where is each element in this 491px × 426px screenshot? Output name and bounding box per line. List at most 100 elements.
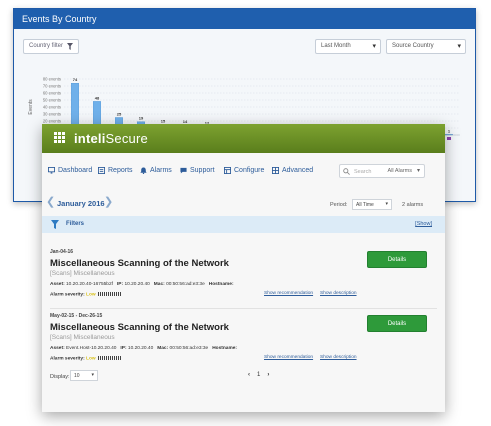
chevron-down-icon: ▾ (372, 43, 376, 50)
chevron-down-icon: ▾ (416, 168, 420, 174)
nav-support[interactable]: Support (180, 167, 215, 174)
period-dropdown[interactable]: All Time ▾ (352, 199, 392, 210)
funnel-icon (51, 220, 59, 229)
alarm-severity: Alarm severity: Low (50, 292, 122, 297)
chevron-right-icon[interactable]: ❯ (104, 195, 113, 208)
search-scope[interactable]: All Alarms (388, 168, 412, 174)
period-select-value: Last Month (321, 43, 351, 49)
advanced-icon (272, 167, 279, 174)
monitor-icon (48, 167, 55, 174)
mac-value: 00:50:56:ad:e3:3e (166, 282, 205, 287)
show-description-link[interactable]: Show description (320, 291, 357, 296)
y-tick-label: 40 events (43, 105, 61, 110)
show-recommendation-link[interactable]: Show recommendation (264, 291, 313, 296)
show-description-link[interactable]: Show description (320, 355, 357, 360)
y-tick-label: 20 events (43, 119, 61, 124)
alarm-severity: Alarm severity: Low (50, 356, 122, 361)
y-tick-label: 60 events (43, 91, 61, 96)
period-dropdown-value: All Time (356, 202, 374, 208)
country-filter-button[interactable]: Country filter (23, 39, 79, 54)
y-tick-label: 70 events (43, 84, 61, 89)
brand-name-bold: inteli (74, 131, 106, 146)
month-navigator: ❮ January 2016 ❯ Period: All Time ▾ 2 al… (42, 195, 445, 212)
severity-label: Alarm severity: (50, 356, 85, 362)
asset-value: Event.Host-10.20.20.40 (66, 346, 117, 351)
list-footer: Display: 10 ▾ ‹ 1 › (42, 370, 445, 384)
alarm-category: [Scans] Miscellaneous (50, 270, 115, 277)
nav-dashboard[interactable]: Dashboard (48, 167, 92, 174)
bar-data-label: 19 (139, 116, 144, 121)
severity-meter (97, 356, 122, 360)
alarm-title[interactable]: Miscellaneous Scanning of the Network (50, 258, 229, 269)
details-button[interactable]: Details (367, 251, 427, 268)
alarm-title[interactable]: Miscellaneous Scanning of the Network (50, 322, 229, 333)
show-filters-link[interactable]: [Show] (415, 221, 432, 227)
alarm-meta: Asset: Event.Host-10.20.20.40 IP: 10.20.… (50, 346, 237, 351)
mac-label: Mac: (157, 346, 169, 351)
hostname-label: Hostname: (208, 282, 234, 287)
ip-value: 10.20.20.40 (124, 282, 150, 287)
report-icon (98, 167, 105, 174)
main-nav: Dashboard Reports Alarms Support Configu… (42, 164, 445, 182)
asset-label: Asset: (50, 282, 65, 287)
ip-value: 10.20.20.40 (127, 346, 154, 351)
nav-advanced[interactable]: Advanced (272, 167, 313, 174)
search-input[interactable]: Search (354, 169, 371, 175)
ip-label: IP: (120, 346, 127, 351)
source-country-value: Source Country (392, 43, 434, 49)
mac-value: 00:50:56:ad:e3:3e (169, 346, 209, 351)
filters-bar[interactable]: Filters [Show] (42, 216, 445, 233)
bar-data-label: 74 (73, 77, 78, 82)
configure-icon (224, 167, 231, 174)
ip-label: IP: (116, 282, 124, 287)
display-label: Display: (50, 374, 70, 380)
page-size-value: 10 (74, 373, 80, 379)
alarm-date: Jan-04-16 (50, 249, 74, 255)
grid-logo-icon (54, 132, 65, 143)
nav-support-label: Support (190, 167, 215, 174)
y-axis-title: Events (28, 99, 34, 115)
brand-name-normal: Secure (105, 131, 148, 146)
details-button[interactable]: Details (367, 315, 427, 332)
show-recommendation-link[interactable]: Show recommendation (264, 355, 313, 360)
period-select[interactable]: Last Month ▾ (315, 39, 381, 54)
page-size-select[interactable]: 10 ▾ (70, 370, 98, 381)
nav-dashboard-label: Dashboard (58, 167, 93, 174)
y-tick-label: 30 events (43, 112, 61, 117)
pagination: ‹ 1 › (248, 372, 269, 378)
asset-value: 10.20.20.40-16755b2f (66, 282, 113, 287)
severity-value: Low (86, 292, 96, 298)
search-icon (343, 168, 350, 175)
nav-reports[interactable]: Reports (98, 167, 133, 174)
chevron-left-icon[interactable]: ❮ (46, 195, 55, 208)
current-page[interactable]: 1 (257, 372, 260, 378)
alarm-count: 2 alarms (402, 202, 424, 208)
bell-icon (140, 167, 147, 174)
source-country-select[interactable]: Source Country ▾ (386, 39, 466, 54)
severity-meter (97, 292, 122, 296)
brand-header: inteliSecure (42, 124, 445, 153)
nav-configure[interactable]: Configure (224, 167, 264, 174)
chevron-down-icon: ▾ (457, 43, 461, 50)
funnel-icon (67, 43, 73, 50)
bar-data-label: 15 (161, 119, 166, 124)
country-flag-icon (447, 137, 451, 140)
brand-name: inteliSecure (74, 131, 148, 146)
intelisecure-window: inteliSecure Dashboard Reports Alarms Su… (42, 124, 445, 412)
chevron-down-icon: ▾ (91, 372, 94, 378)
nav-advanced-label: Advanced (282, 167, 314, 174)
alarm-divider (50, 308, 437, 309)
country-filter-label: Country filter (29, 43, 64, 49)
nav-configure-label: Configure (234, 167, 265, 174)
y-tick-label: 80 events (43, 77, 61, 82)
next-page-icon[interactable]: › (267, 372, 269, 378)
asset-label: Asset: (50, 346, 65, 351)
bar-data-label: 48 (95, 95, 100, 100)
chat-icon (180, 167, 187, 174)
alarm-search[interactable]: Search All Alarms ▾ (339, 164, 425, 178)
prev-page-icon[interactable]: ‹ (248, 372, 250, 378)
nav-alarms-label: Alarms (150, 167, 172, 174)
current-month: January 2016 (57, 199, 105, 208)
window-title: Events By Country (14, 9, 475, 29)
nav-alarms[interactable]: Alarms (140, 167, 172, 174)
